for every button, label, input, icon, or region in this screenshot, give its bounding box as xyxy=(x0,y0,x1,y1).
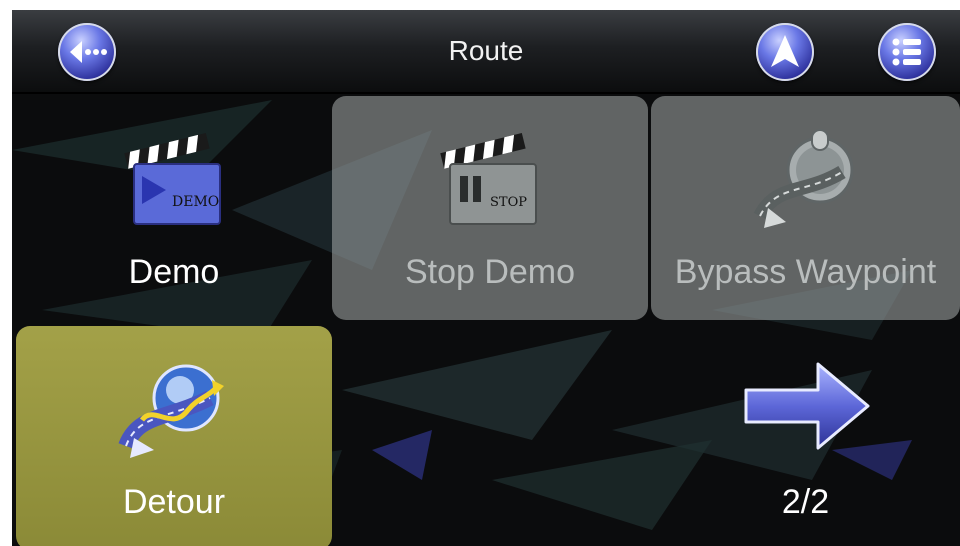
back-button[interactable] xyxy=(58,23,116,81)
menu-button[interactable] xyxy=(878,23,936,81)
page-title: Route xyxy=(448,35,524,66)
bypass-waypoint-icon xyxy=(753,129,853,228)
detour-icon xyxy=(118,364,224,458)
back-icon xyxy=(70,41,107,63)
detour-button[interactable]: Detour xyxy=(16,326,332,546)
detour-label: Detour xyxy=(122,483,226,521)
stop-demo-button[interactable]: STOP Stop Demo xyxy=(332,96,648,320)
svg-text:DEMO: DEMO xyxy=(172,194,219,210)
route-screen: Route DEMO Demo STOP Stop Demo Bypass Wa… xyxy=(12,10,960,546)
demo-label: Demo xyxy=(128,253,220,291)
arrow-right-icon xyxy=(744,362,869,450)
header-bar: Route xyxy=(12,10,960,94)
navigation-button[interactable] xyxy=(756,23,814,81)
bypass-waypoint-label: Bypass Waypoint xyxy=(674,253,937,291)
demo-button[interactable]: DEMO Demo xyxy=(16,96,332,320)
bypass-waypoint-button[interactable]: Bypass Waypoint xyxy=(651,96,960,320)
stop-clapper-icon: STOP xyxy=(440,132,537,225)
list-menu-icon xyxy=(892,38,921,66)
page-indicator: 2/2 xyxy=(781,483,830,521)
stop-demo-label: Stop Demo xyxy=(404,253,576,291)
next-page-button[interactable]: 2/2 xyxy=(651,326,960,546)
svg-text:STOP: STOP xyxy=(490,195,527,210)
navigation-arrow-icon xyxy=(771,35,799,67)
demo-clapper-icon: DEMO xyxy=(124,132,221,225)
